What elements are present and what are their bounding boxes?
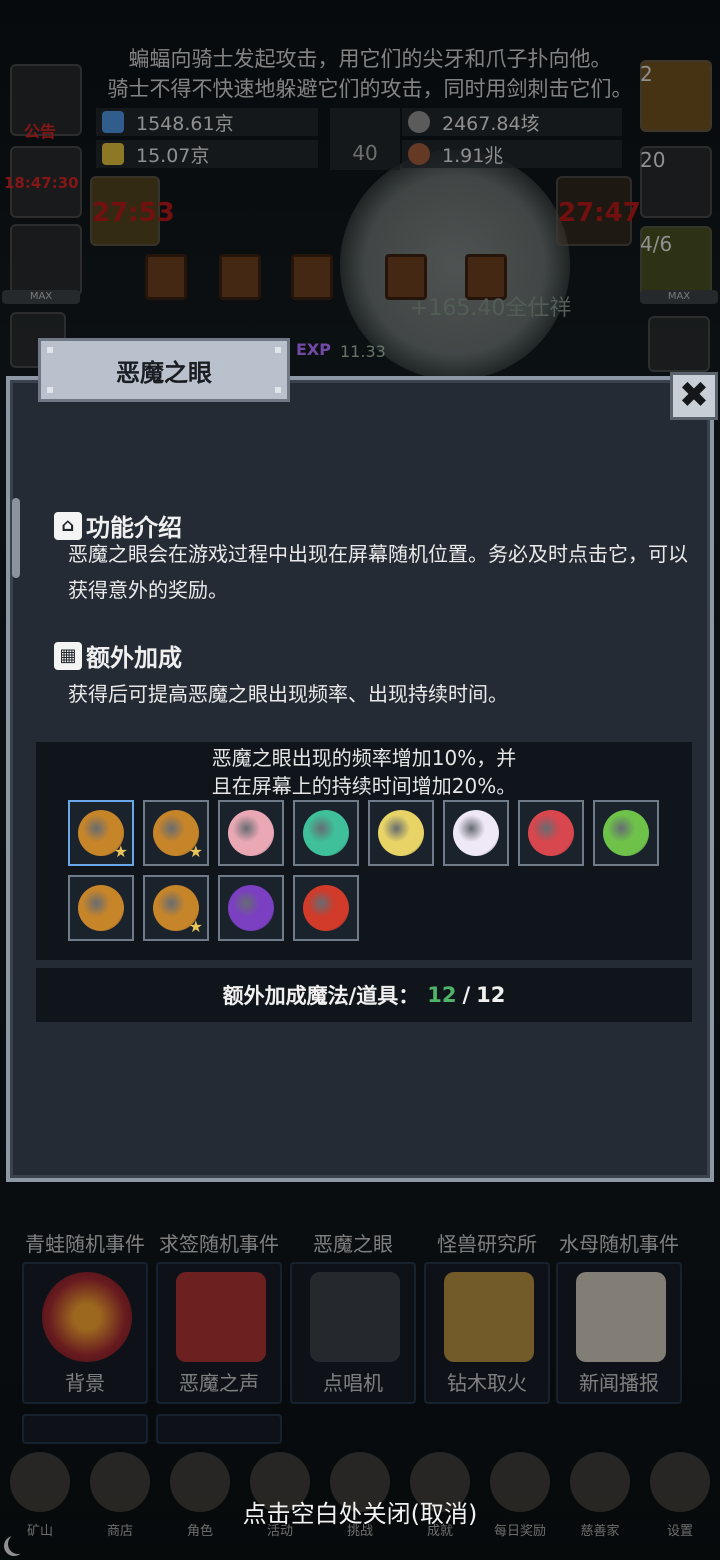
bonus-item-slot[interactable]: ★ [143, 800, 209, 866]
bonus-item-slot[interactable] [593, 800, 659, 866]
bonus-item-slot[interactable]: ★ [68, 800, 134, 866]
bonus-desc-line-2: 且在屏幕上的持续时间增加20%。 [211, 774, 517, 798]
rivet [275, 387, 281, 393]
bonus-desc-line-1: 恶魔之眼出现的频率增加10%，并 [211, 746, 517, 770]
rabbit-girl-icon [228, 810, 274, 856]
section-bonus-text: 获得后可提高恶魔之眼出现频率、出现持续时间。 [68, 682, 508, 706]
close-button[interactable]: ✖ [670, 372, 718, 420]
cash-icon [603, 810, 649, 856]
bonus-description: 恶魔之眼出现的频率增加10%，并 且在屏幕上的持续时间增加20%。 [36, 744, 692, 800]
lantern-icon [303, 885, 349, 931]
bonus-item-slot[interactable] [218, 800, 284, 866]
rivet [47, 387, 53, 393]
bonus-count-label: 额外加成魔法/道具： [222, 984, 420, 1008]
eye-green-icon [303, 810, 349, 856]
heart-icon [528, 810, 574, 856]
demon-eye-modal: ⌂ 功能介绍 恶魔之眼会在游戏过程中出现在屏幕随机位置。务必及时点击它，可以获得… [6, 376, 714, 1182]
bonus-item-slot[interactable] [293, 875, 359, 941]
section-intro-text: 恶魔之眼会在游戏过程中出现在屏幕随机位置。务必及时点击它，可以获得意外的奖励。 [68, 542, 688, 602]
close-hint[interactable]: 点击空白处关闭(取消) [0, 1494, 720, 1529]
modal-title: 恶魔之眼 [116, 358, 212, 387]
bonus-item-slot[interactable] [368, 800, 434, 866]
eye-orange-icon [78, 885, 124, 931]
eye-purple-icon [228, 885, 274, 931]
star-icon: ★ [188, 917, 203, 936]
section-bonus-title: 额外加成 [86, 644, 182, 672]
scroll-indicator[interactable] [12, 498, 20, 578]
bonus-item-slot[interactable] [443, 800, 509, 866]
bonus-count-separator: / [462, 983, 471, 1007]
rivet [275, 347, 281, 353]
bonus-count-bar: 额外加成魔法/道具： 12 / 12 [36, 968, 692, 1022]
bonus-item-slot[interactable] [293, 800, 359, 866]
moon-coin-icon [378, 810, 424, 856]
bonus-item-slot[interactable]: ★ [143, 875, 209, 941]
star-icon: ★ [188, 842, 203, 861]
rivet [47, 347, 53, 353]
bonus-count-total: 12 [476, 983, 506, 1007]
star-icon: ★ [113, 842, 128, 861]
bonus-count-current: 12 [427, 983, 457, 1007]
modal-title-tab: 恶魔之眼 [38, 338, 290, 402]
section-bonus-heading: ▦ 额外加成 [54, 638, 182, 673]
bonus-item-slot[interactable] [518, 800, 584, 866]
ghost-icon [453, 810, 499, 856]
bonus-items-panel: 恶魔之眼出现的频率增加10%，并 且在屏幕上的持续时间增加20%。 ★ ★ ★ [36, 742, 692, 960]
close-icon: ✖ [678, 375, 710, 416]
grid-icon: ▦ [54, 641, 82, 670]
bonus-item-slot[interactable] [68, 875, 134, 941]
bonus-item-slot[interactable] [218, 875, 284, 941]
